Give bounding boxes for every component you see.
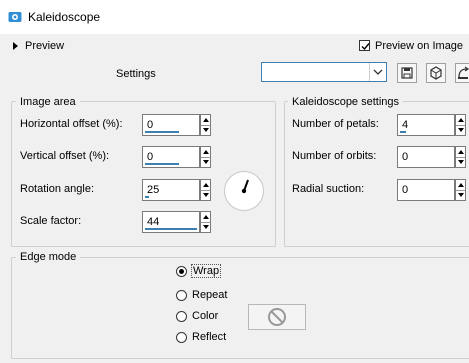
horizontal-offset-slider-bar[interactable] [145,131,179,133]
save-preset-button[interactable] [397,63,417,83]
scale-factor-slider-bar[interactable] [145,228,197,230]
edge-mode-panel [11,257,469,359]
scale-factor-spinner[interactable]: 44 [142,211,212,233]
number-of-orbits-stepper[interactable] [455,146,466,168]
number-of-petals-slider-bar[interactable] [400,131,406,133]
vertical-offset-spinner[interactable]: 0 [142,146,212,168]
radial-suction-input[interactable]: 0 [397,179,455,201]
preview-toggle[interactable]: Preview [25,40,64,52]
settings-label: Settings [116,68,156,80]
edge-mode-wrap-label[interactable]: Wrap [191,264,222,278]
cube-preset-icon [430,66,442,80]
number-of-orbits-label: Number of orbits: [292,150,377,162]
number-of-petals-spinner[interactable]: 4 [397,114,467,136]
rotation-angle-label: Rotation angle: [20,183,94,195]
edge-mode-repeat-radio[interactable] [176,290,187,301]
rotation-angle-input[interactable]: 25 [142,179,200,201]
edge-color-swatch[interactable] [248,304,306,330]
settings-preset-dropdown[interactable] [261,62,387,82]
edge-mode-reflect-label[interactable]: Reflect [192,331,226,343]
number-of-petals-label: Number of petals: [292,118,379,130]
vertical-offset-label: Vertical offset (%): [20,150,110,162]
no-color-icon [268,308,286,326]
checkbox-checked-icon[interactable] [359,40,370,51]
edge-mode-wrap-radio[interactable] [176,266,187,277]
radial-suction-stepper[interactable] [455,179,466,201]
save-preset-icon [401,67,413,79]
horizontal-offset-spinner[interactable]: 0 [142,114,212,136]
edge-mode-color-radio[interactable] [176,311,187,322]
horizontal-offset-stepper[interactable] [200,114,211,136]
expand-caret-icon[interactable] [13,42,18,50]
vertical-offset-slider-bar[interactable] [145,163,179,165]
scale-factor-stepper[interactable] [200,211,211,233]
horizontal-offset-label: Horizontal offset (%): [20,118,123,130]
radial-suction-label: Radial suction: [292,183,365,195]
number-of-orbits-input[interactable]: 0 [397,146,455,168]
reset-icon [458,66,469,79]
number-of-orbits-spinner[interactable]: 0 [397,146,467,168]
kaleidoscope-settings-legend: Kaleidoscope settings [288,96,404,108]
scale-factor-label: Scale factor: [20,215,82,227]
chevron-down-icon[interactable] [369,63,386,81]
preset-library-button[interactable] [426,63,446,83]
preview-on-image-label[interactable]: Preview on Image [375,40,463,52]
edge-mode-color-label[interactable]: Color [192,310,218,322]
vertical-offset-stepper[interactable] [200,146,211,168]
edge-mode-reflect-radio[interactable] [176,332,187,343]
number-of-petals-stepper[interactable] [455,114,466,136]
rotation-angle-spinner[interactable]: 25 [142,179,212,201]
kaleidoscope-app-icon [8,11,22,23]
edge-mode-legend: Edge mode [16,251,81,263]
reset-button[interactable] [455,63,469,83]
radial-suction-spinner[interactable]: 0 [397,179,467,201]
image-area-legend: Image area [16,96,80,108]
rotation-dial-icon[interactable] [224,171,264,211]
edge-mode-repeat-label[interactable]: Repeat [192,289,227,301]
window-title: Kaleidoscope [28,10,101,24]
rotation-angle-slider-bar[interactable] [145,196,149,198]
rotation-angle-stepper[interactable] [200,179,211,201]
